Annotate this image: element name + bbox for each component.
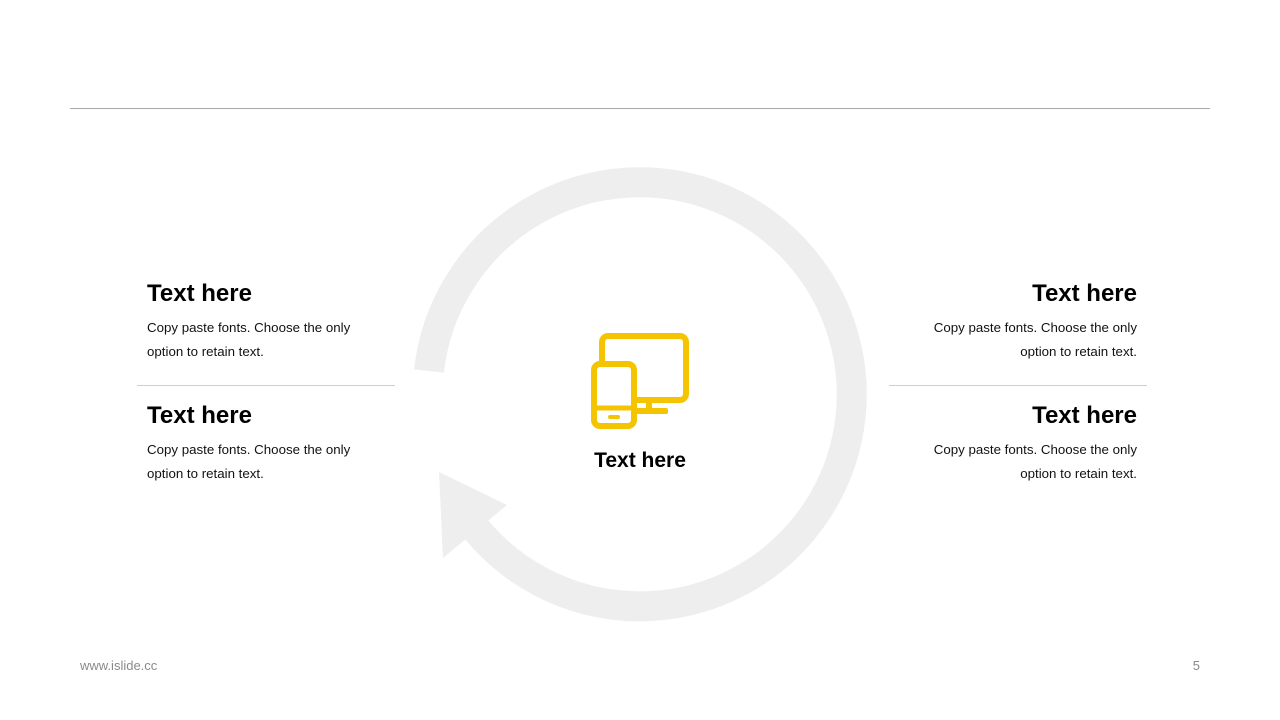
block-title: Text here	[147, 402, 252, 429]
block-body-line: Copy paste fonts. Choose the only	[933, 442, 1137, 457]
block-body-line: Copy paste fonts. Choose the only	[933, 320, 1137, 335]
block-body: Copy paste fonts. Choose the only option…	[897, 438, 1137, 486]
block-body-line: option to retain text.	[147, 344, 264, 359]
text-block-top-right: Text here Copy paste fonts. Choose the o…	[897, 280, 1137, 364]
block-title: Text here	[1032, 280, 1137, 307]
text-block-top-left: Text here Copy paste fonts. Choose the o…	[147, 280, 387, 364]
footer-url: www.islide.cc	[80, 658, 158, 673]
block-body-line: Copy paste fonts. Choose the only	[147, 442, 351, 457]
block-body-line: option to retain text.	[1020, 466, 1137, 481]
block-body: Copy paste fonts. Choose the only option…	[897, 316, 1137, 364]
devices-icon	[591, 333, 689, 429]
page-number: 5	[1192, 658, 1200, 673]
block-body: Copy paste fonts. Choose the only option…	[147, 438, 387, 486]
text-block-bottom-left: Text here Copy paste fonts. Choose the o…	[147, 402, 387, 486]
block-body-line: option to retain text.	[1020, 344, 1137, 359]
text-block-bottom-right: Text here Copy paste fonts. Choose the o…	[897, 402, 1137, 486]
right-divider	[889, 385, 1147, 386]
block-title: Text here	[1032, 402, 1137, 429]
block-body-line: option to retain text.	[147, 466, 264, 481]
center-label: Text here	[594, 449, 686, 472]
block-body: Copy paste fonts. Choose the only option…	[147, 316, 387, 364]
block-body-line: Copy paste fonts. Choose the only	[147, 320, 351, 335]
left-divider	[137, 385, 395, 386]
block-title: Text here	[147, 280, 252, 307]
